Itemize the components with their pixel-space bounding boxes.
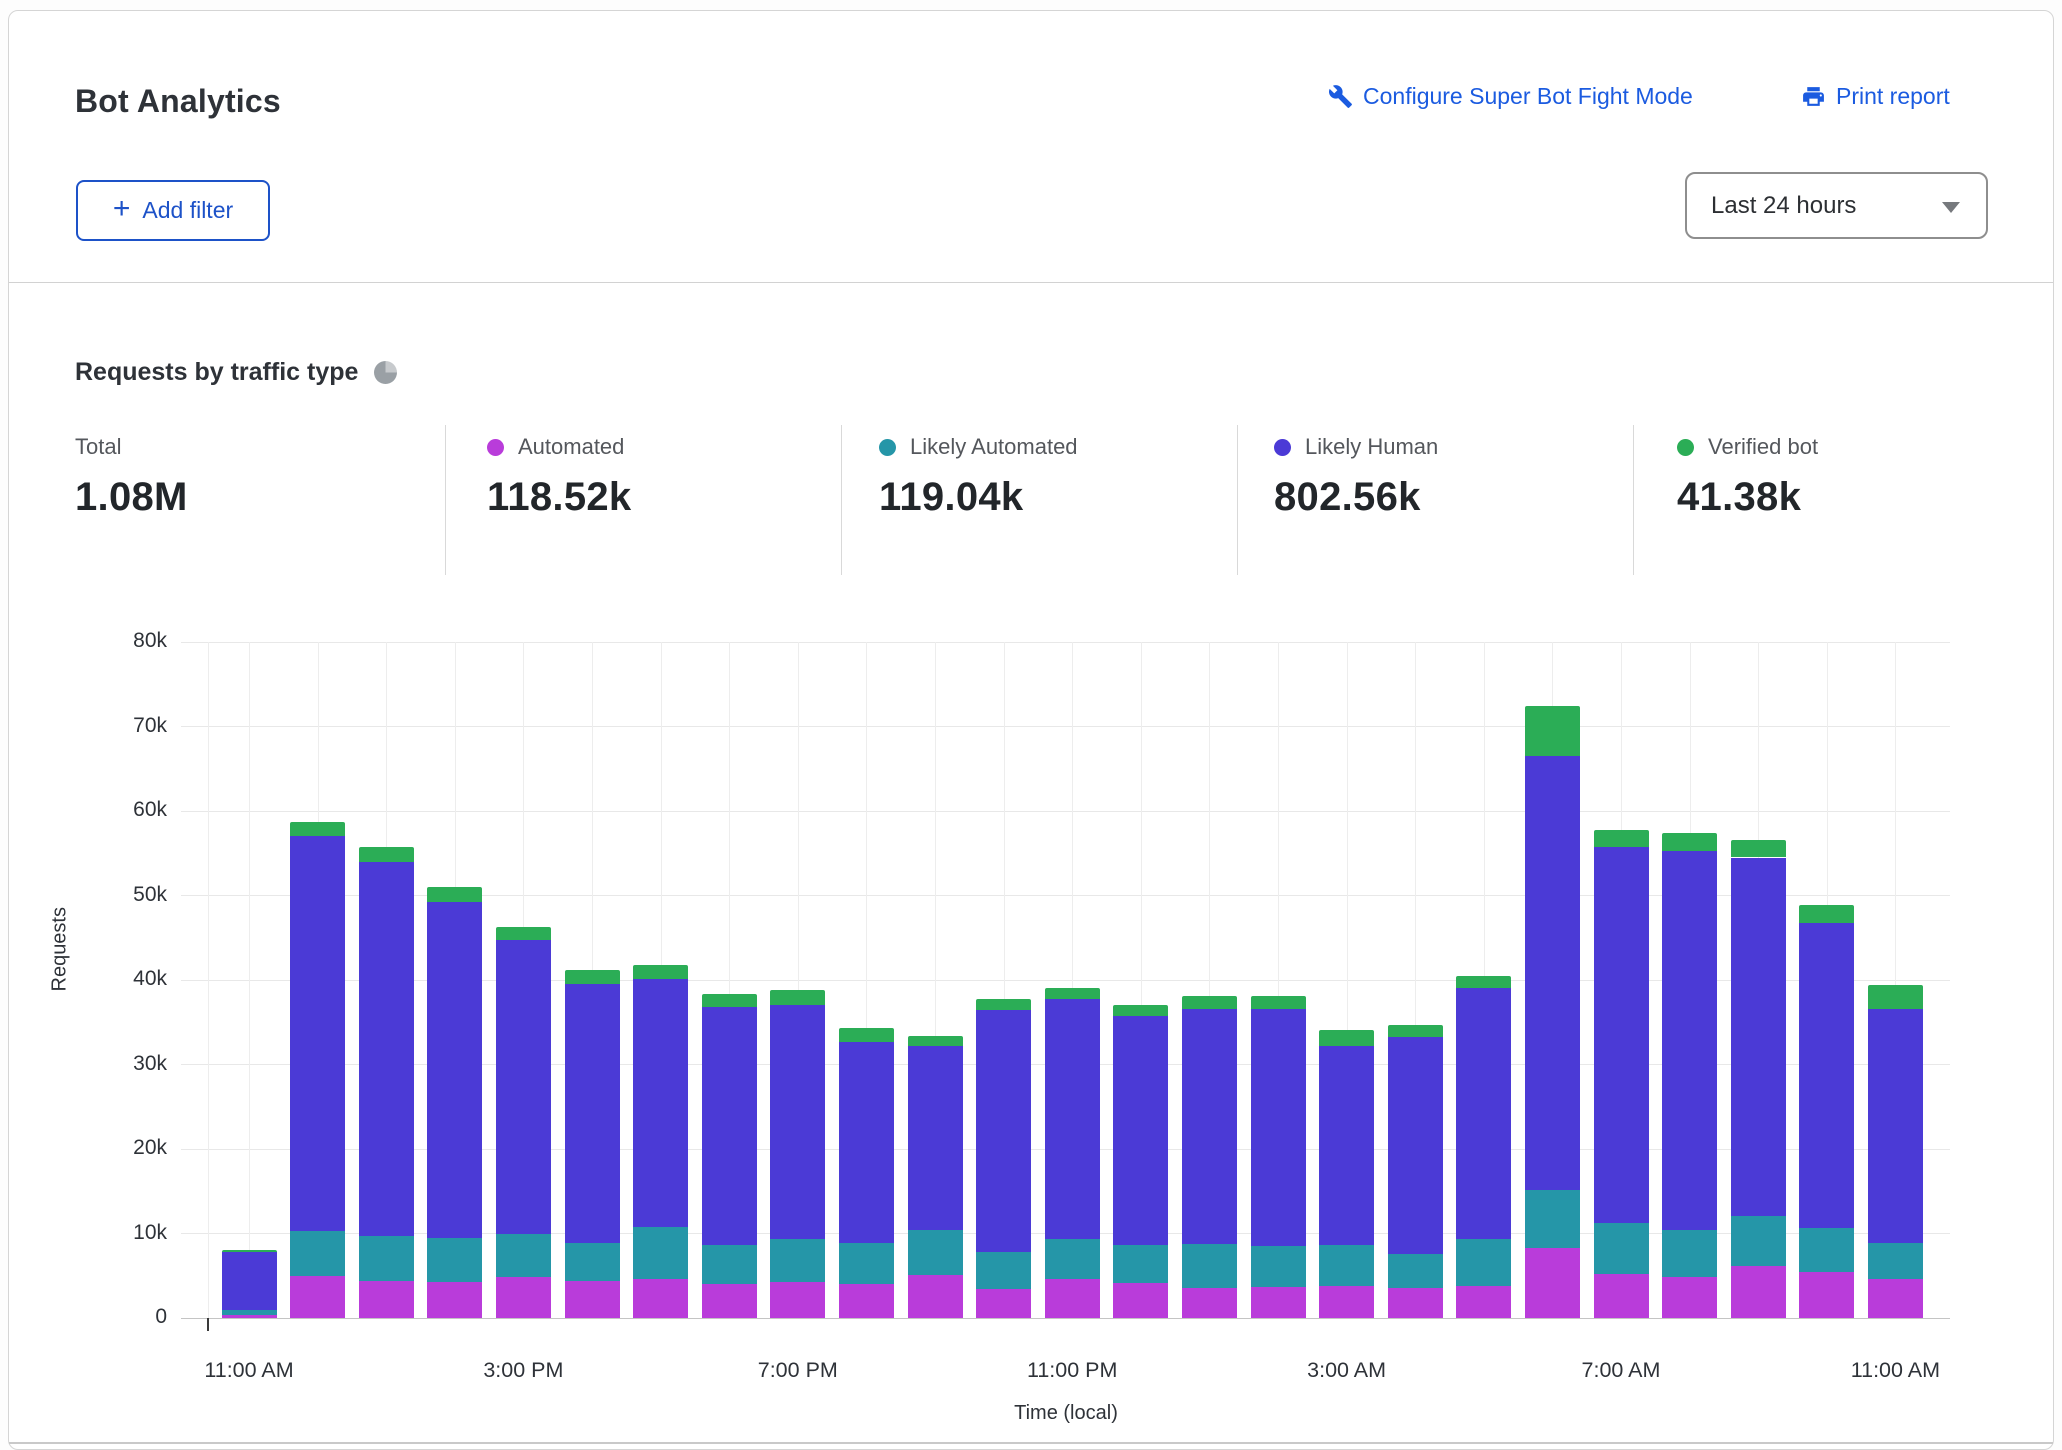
time-range-select[interactable]: Last 24 hours <box>1685 172 1988 239</box>
stat-label: Verified bot <box>1708 434 1818 460</box>
legend-dot <box>1677 439 1694 456</box>
add-filter-button[interactable]: + Add filter <box>76 180 270 241</box>
stat-divider <box>841 425 842 575</box>
pie-chart-icon <box>374 361 397 384</box>
stat-label: Likely Human <box>1305 434 1438 460</box>
stat-label-row: Verified bot <box>1677 433 1818 461</box>
legend-dot <box>487 439 504 456</box>
legend-dot <box>1274 439 1291 456</box>
stat-label-row: Automated <box>487 433 631 461</box>
print-link-label: Print report <box>1836 83 1950 110</box>
print-report-link[interactable]: Print report <box>1801 83 1950 110</box>
stat-label: Likely Automated <box>910 434 1078 460</box>
time-range-value: Last 24 hours <box>1711 192 1856 220</box>
stat-label-row: Likely Automated <box>879 433 1078 461</box>
stat-likely-human: Likely Human 802.56k <box>1274 433 1438 520</box>
stat-value: 41.38k <box>1677 475 1818 520</box>
add-filter-label: Add filter <box>142 197 233 224</box>
stat-automated: Automated 118.52k <box>487 433 631 520</box>
configure-super-bot-fight-mode-link[interactable]: Configure Super Bot Fight Mode <box>1328 83 1693 110</box>
stat-label: Total <box>75 434 121 460</box>
stat-value: 119.04k <box>879 475 1078 520</box>
stat-label: Automated <box>518 434 624 460</box>
stat-value: 1.08M <box>75 475 188 520</box>
stat-total: Total 1.08M <box>75 433 188 520</box>
bottom-divider <box>9 1442 2053 1444</box>
chevron-down-icon <box>1942 202 1960 213</box>
stat-label-row: Total <box>75 433 188 461</box>
stat-divider <box>1237 425 1238 575</box>
section-title-row: Requests by traffic type <box>75 358 397 387</box>
printer-icon <box>1801 84 1826 109</box>
stat-label-row: Likely Human <box>1274 433 1438 461</box>
page-title: Bot Analytics <box>75 83 281 120</box>
legend-dot <box>879 439 896 456</box>
stat-divider <box>1633 425 1634 575</box>
section-title: Requests by traffic type <box>75 358 358 387</box>
bot-analytics-page: Bot Analytics Configure Super Bot Fight … <box>0 0 2062 1450</box>
stat-verified-bot: Verified bot 41.38k <box>1677 433 1818 520</box>
plus-icon: + <box>113 194 131 224</box>
bot-analytics-card: Bot Analytics Configure Super Bot Fight … <box>8 10 2054 1450</box>
wrench-icon <box>1328 84 1353 109</box>
configure-link-label: Configure Super Bot Fight Mode <box>1363 83 1693 110</box>
stat-value: 802.56k <box>1274 475 1438 520</box>
stat-likely-automated: Likely Automated 119.04k <box>879 433 1078 520</box>
stat-value: 118.52k <box>487 475 631 520</box>
stat-divider <box>445 425 446 575</box>
header-divider <box>9 282 2053 283</box>
